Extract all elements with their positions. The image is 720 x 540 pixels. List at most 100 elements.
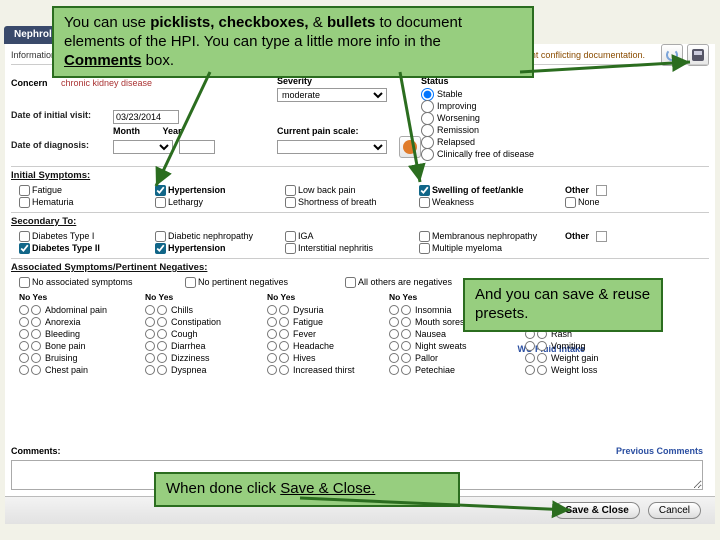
assoc-no[interactable]: [389, 329, 399, 339]
assoc-no[interactable]: [19, 317, 29, 327]
chk-intn[interactable]: [285, 243, 296, 254]
assoc-no[interactable]: [267, 305, 277, 315]
initial-visit-date[interactable]: [113, 110, 179, 124]
assoc-no[interactable]: [19, 305, 29, 315]
assoc-yes[interactable]: [157, 329, 167, 339]
assoc-yes[interactable]: [157, 365, 167, 375]
assoc-label: Increased thirst: [293, 365, 355, 375]
assoc-no[interactable]: [267, 365, 277, 375]
chk-fatigue[interactable]: [19, 185, 30, 196]
assoc-yes[interactable]: [157, 353, 167, 363]
assoc-yes[interactable]: [279, 341, 289, 351]
assoc-no[interactable]: [267, 329, 277, 339]
assoc-yes[interactable]: [279, 353, 289, 363]
assoc-no[interactable]: [525, 353, 535, 363]
secondary-other-input[interactable]: [596, 231, 607, 242]
assoc-yes[interactable]: [31, 341, 41, 351]
assoc-label: Night sweats: [415, 341, 467, 351]
assoc-no[interactable]: [145, 353, 155, 363]
assoc-no[interactable]: [389, 341, 399, 351]
callout-bottom: When done click Save & Close.: [154, 472, 460, 507]
chk-all-neg[interactable]: [345, 277, 356, 288]
assoc-label: Petechiae: [415, 365, 455, 375]
initial-other-input[interactable]: [596, 185, 607, 196]
assoc-no[interactable]: [145, 329, 155, 339]
chk-htn2[interactable]: [155, 243, 166, 254]
chk-mm[interactable]: [419, 243, 430, 254]
assoc-label: Fatigue: [293, 317, 323, 327]
assoc-yes[interactable]: [157, 317, 167, 327]
chk-lethargy[interactable]: [155, 197, 166, 208]
assoc-yes[interactable]: [31, 353, 41, 363]
save-icon[interactable]: [687, 44, 709, 66]
cancel-button[interactable]: Cancel: [648, 502, 701, 519]
assoc-yes[interactable]: [401, 317, 411, 327]
assoc-yes[interactable]: [537, 353, 547, 363]
assoc-no[interactable]: [267, 353, 277, 363]
assoc-no[interactable]: [267, 317, 277, 327]
assoc-label: Diarrhea: [171, 341, 206, 351]
noyes-hdr-4: No Yes: [389, 292, 417, 302]
assoc-no[interactable]: [145, 365, 155, 375]
assoc-no[interactable]: [19, 365, 29, 375]
assoc-no[interactable]: [525, 341, 535, 351]
assoc-no[interactable]: [19, 329, 29, 339]
diagnosis-year[interactable]: [179, 140, 215, 154]
assoc-yes[interactable]: [31, 329, 41, 339]
assoc-no[interactable]: [267, 341, 277, 351]
assoc-no[interactable]: [145, 341, 155, 351]
assoc-label: Pallor: [415, 353, 438, 363]
assoc-yes[interactable]: [157, 341, 167, 351]
noyes-hdr-2: No Yes: [145, 292, 173, 302]
assoc-no[interactable]: [145, 305, 155, 315]
assoc-yes[interactable]: [157, 305, 167, 315]
assoc-yes[interactable]: [279, 317, 289, 327]
chk-dn[interactable]: [155, 231, 166, 242]
assoc-yes[interactable]: [401, 329, 411, 339]
previous-comments-link[interactable]: Previous Comments: [616, 446, 703, 456]
chk-hypertension[interactable]: [155, 185, 166, 196]
assoc-label: Hives: [293, 353, 316, 363]
assoc-yes[interactable]: [401, 305, 411, 315]
assoc-no[interactable]: [525, 365, 535, 375]
pain-face-icon[interactable]: [399, 136, 421, 158]
assoc-yes[interactable]: [537, 341, 547, 351]
assoc-no[interactable]: [389, 305, 399, 315]
assoc-yes[interactable]: [279, 305, 289, 315]
assoc-yes[interactable]: [401, 353, 411, 363]
chk-sob[interactable]: [285, 197, 296, 208]
chk-weakness[interactable]: [419, 197, 430, 208]
assoc-no[interactable]: [19, 353, 29, 363]
pain-scale-select[interactable]: [277, 140, 387, 154]
chk-no-assoc[interactable]: [19, 277, 30, 288]
assoc-no[interactable]: [19, 341, 29, 351]
chk-swelling[interactable]: [419, 185, 430, 196]
assoc-yes[interactable]: [279, 365, 289, 375]
assoc-no[interactable]: [389, 353, 399, 363]
chk-no-pert[interactable]: [185, 277, 196, 288]
chk-dm2[interactable]: [19, 243, 30, 254]
callout-top: You can use picklists, checkboxes, & bul…: [52, 6, 534, 78]
status-clinically-free[interactable]: [421, 148, 434, 161]
assoc-no[interactable]: [389, 317, 399, 327]
concern-value: chronic kidney disease: [61, 78, 152, 88]
chk-lowback[interactable]: [285, 185, 296, 196]
assoc-yes[interactable]: [537, 365, 547, 375]
save-close-button[interactable]: Save & Close: [554, 502, 639, 519]
chk-iga[interactable]: [285, 231, 296, 242]
refresh-icon[interactable]: [661, 44, 683, 66]
assoc-yes[interactable]: [279, 329, 289, 339]
chk-none[interactable]: [565, 197, 576, 208]
assoc-yes[interactable]: [31, 317, 41, 327]
assoc-yes[interactable]: [31, 365, 41, 375]
severity-select[interactable]: moderate: [277, 88, 387, 102]
diagnosis-month[interactable]: [113, 140, 173, 154]
chk-memb[interactable]: [419, 231, 430, 242]
chk-hematuria[interactable]: [19, 197, 30, 208]
assoc-yes[interactable]: [401, 365, 411, 375]
assoc-no[interactable]: [389, 365, 399, 375]
assoc-no[interactable]: [145, 317, 155, 327]
assoc-yes[interactable]: [401, 341, 411, 351]
assoc-yes[interactable]: [31, 305, 41, 315]
chk-dm1[interactable]: [19, 231, 30, 242]
